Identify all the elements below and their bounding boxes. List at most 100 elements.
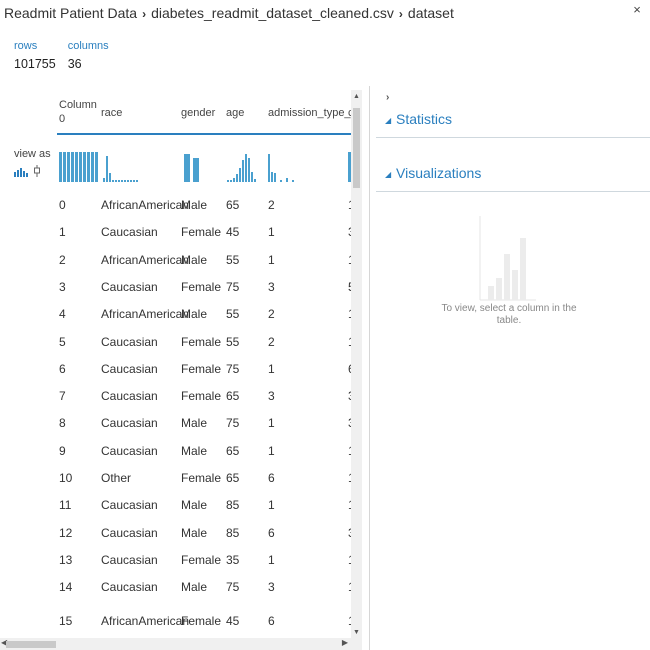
table-cell: Caucasian [101,389,158,404]
table-cell: Caucasian [101,498,158,513]
table-cell: Female [181,552,222,567]
table-cell: 75 [226,279,240,294]
histogram-view-icon[interactable] [14,167,28,177]
table-cell: 9 [59,443,66,458]
table-cell: 5 [59,334,66,349]
table-cell: 75 [226,580,240,595]
table-cell: Male [181,416,208,431]
visualizations-title[interactable]: Visualizations [396,165,481,181]
collapse-pane-icon[interactable]: › [386,92,389,103]
table-cell: Female [181,471,222,485]
table-cell: 2 [268,198,275,212]
table-cell: AfricanAmerican [101,252,190,267]
statistics-section[interactable]: ◢ Statistics [376,104,650,138]
table-cell: 7 [59,389,66,404]
column-header-race[interactable]: race [101,106,122,120]
column-header-gender[interactable]: gender [181,106,215,120]
header-divider [57,133,351,135]
table-cell: 65 [226,389,240,404]
horizontal-scrollbar[interactable]: ◀ ▶ [0,638,362,650]
table-cell: Caucasian [101,552,158,567]
table-cell: 55 [226,252,240,267]
table-cell: 3 [59,279,66,294]
pane-divider[interactable] [369,86,370,650]
columns-label: columns [67,40,109,52]
breadcrumb-file[interactable]: diabetes_readmit_dataset_cleaned.csv [151,5,394,21]
column-header-0[interactable]: Column 0 [59,98,97,126]
table-cell: 75 [226,416,240,431]
table-cell: 11 [59,498,72,513]
table-cell: 15 [59,613,73,628]
table-cell: Caucasian [101,443,158,458]
table-cell: 75 [226,361,240,376]
table-cell: 3 [268,279,275,294]
scroll-down-arrow-icon[interactable]: ▼ [351,629,362,636]
table-cell: Male [181,580,208,595]
scroll-right-arrow-icon[interactable]: ▶ [342,638,348,647]
table-cell: 12 [59,525,73,540]
expand-triangle-icon: ◢ [385,170,392,179]
table-cell: AfricanAmerican [101,307,190,322]
table-cell: 10 [59,471,73,485]
column-header-admission-type-id[interactable]: admission_type_id [268,106,351,120]
table-cell: 1 [268,252,275,267]
table-cell: 55 [226,334,240,349]
table-cell: 1 [268,443,275,458]
table-cell: 1 [268,498,275,513]
table-cell: 1 [268,225,275,240]
table-cell: Female [181,334,222,349]
visualization-hint: To view, select a column in the table. [441,303,577,326]
table-cell: 2 [268,307,275,322]
age-histogram[interactable] [227,148,256,182]
table-cell: Male [181,525,208,540]
admission-type-histogram[interactable] [268,148,294,182]
expand-triangle-icon: ◢ [385,116,392,125]
chevron-right-icon: › [398,7,403,21]
breadcrumb-experiment[interactable]: Readmit Patient Data [4,5,137,21]
table-cell: Male [181,198,208,212]
table-cell: 65 [226,198,240,212]
view-as-label: view as [14,148,51,160]
column-0-histogram[interactable] [59,148,98,182]
table-cell: 1 [59,225,66,240]
table-cell: Caucasian [101,525,158,540]
table-cell: 85 [226,525,240,540]
properties-pane: › ◢ Statistics ◢ Visualizations To view,… [376,86,650,650]
gender-histogram[interactable] [184,148,199,182]
data-table-pane: view as Column 0 race gender age admissio… [0,90,362,638]
table-cell: 45 [226,225,240,240]
race-histogram[interactable] [103,148,138,182]
table-cell: Caucasian [101,580,158,595]
scroll-up-arrow-icon[interactable]: ▲ [351,93,362,100]
table-cell: Female [181,279,222,294]
table-cell: 65 [226,471,240,485]
chevron-right-icon: › [142,7,147,21]
table-cell: 6 [268,525,275,540]
vertical-scroll-thumb[interactable] [353,108,360,188]
table-cell: Male [181,252,208,267]
empty-chart-placeholder-icon [472,216,552,302]
table-cell: Caucasian [101,361,158,376]
rows-stat: rows 101755 [14,40,56,71]
boxplot-view-icon[interactable] [34,165,40,177]
table-cell: 1 [268,361,275,376]
data-grid: Column 0 race gender age admission_type_i… [57,90,351,638]
statistics-title[interactable]: Statistics [396,111,452,127]
table-cell: AfricanAmerican [101,613,190,628]
visualizations-section[interactable]: ◢ Visualizations [376,158,650,192]
table-cell: Female [181,361,222,376]
table-cell: 8 [59,416,66,431]
rows-label: rows [14,40,38,52]
table-cell: 65 [226,443,240,458]
table-cell: 3 [268,389,275,404]
table-cell: Female [181,225,222,240]
dataset-summary: rows 101755 columns 36 [14,40,109,71]
vertical-scrollbar[interactable]: ▲ ▼ [351,90,362,638]
horizontal-scroll-thumb[interactable] [6,641,56,648]
column-header-age[interactable]: age [226,106,244,120]
close-icon[interactable]: × [630,2,644,17]
table-cell: Female [181,389,222,404]
table-cell: 6 [268,471,275,485]
table-cell: Male [181,443,208,458]
table-cell: 6 [59,361,66,376]
